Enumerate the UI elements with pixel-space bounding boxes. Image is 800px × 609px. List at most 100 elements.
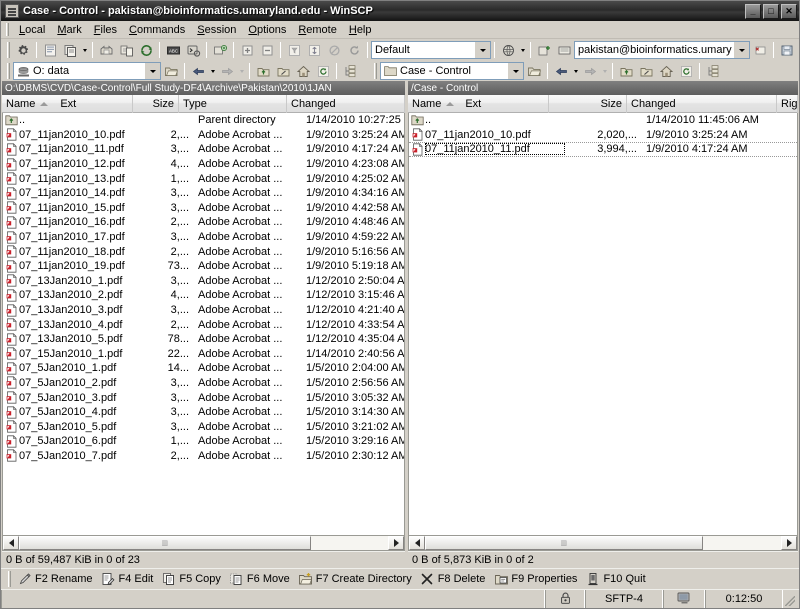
fbar-grip[interactable] (8, 571, 11, 587)
active-session-arrow-icon[interactable] (734, 42, 749, 58)
remote-col-size[interactable]: Size (549, 94, 627, 113)
filter-icon[interactable] (284, 41, 304, 60)
local-col-changed[interactable]: Changed (287, 94, 405, 113)
table-row[interactable]: 07_13Jan2010_5.pdf 78... Adobe Acrobat ...… (3, 332, 404, 347)
table-row[interactable]: 07_11jan2010_19.pdf 73... Adobe Acrobat ..… (3, 259, 404, 274)
table-row[interactable]: 07_11jan2010_18.pdf 2,... Adobe Acrobat ..… (3, 244, 404, 259)
local-drive-combo[interactable]: O: data (13, 62, 161, 80)
local-home-directory-icon[interactable] (293, 62, 313, 81)
save-session-icon[interactable] (777, 41, 797, 60)
local-nav-grip[interactable] (7, 63, 10, 79)
remote-col-changed[interactable]: Changed (627, 94, 777, 113)
table-row[interactable]: 07_5Jan2010_7.pdf 2,... Adobe Acrobat ... 1… (3, 449, 404, 464)
remote-col-name[interactable]: Name Ext (408, 94, 549, 113)
table-row[interactable]: 07_11jan2010_11.pdf 3,994,... 1/9/2010 4:1… (409, 142, 797, 157)
synchronize-icon[interactable] (116, 41, 136, 60)
local-open-directory-icon[interactable] (161, 62, 181, 81)
table-row[interactable]: 07_11jan2010_12.pdf 4,... Adobe Acrobat ..… (3, 157, 404, 172)
session-dropdown-arrow-icon[interactable] (80, 41, 89, 60)
synchronize-browsing-icon[interactable] (96, 41, 116, 60)
menu-files[interactable]: Files (88, 23, 123, 37)
local-refresh-icon[interactable] (313, 62, 333, 81)
remote-home-directory-icon[interactable] (656, 62, 676, 81)
maximize-button[interactable]: □ (763, 3, 779, 19)
remote-refresh-icon[interactable] (676, 62, 696, 81)
menu-help[interactable]: Help (343, 23, 378, 37)
table-row[interactable]: 07_11jan2010_17.pdf 3,... Adobe Acrobat ..… (3, 230, 404, 245)
status-transfer-pane[interactable] (663, 590, 705, 608)
local-col-name[interactable]: Name Ext (2, 94, 133, 113)
menu-mark[interactable]: Mark (51, 23, 87, 37)
active-session-combo[interactable]: pakistan@bioinformatics.umary (574, 41, 750, 59)
new-session-tab-icon[interactable] (534, 41, 554, 60)
local-scroll-left-button[interactable] (3, 536, 19, 550)
table-row[interactable]: 07_15Jan2010_1.pdf 22... Adobe Acrobat ...… (3, 347, 404, 362)
transfer-settings-icon[interactable] (498, 41, 518, 60)
table-row[interactable]: 07_13Jan2010_1.pdf 3,... Adobe Acrobat ...… (3, 274, 404, 289)
remote-file-list[interactable]: .. 1/14/2010 11:45:06 AM 07_11jan2010_10.p… (408, 113, 798, 535)
remote-scroll-thumb[interactable]: ▥ (425, 536, 703, 550)
local-root-directory-icon[interactable] (273, 62, 293, 81)
unselect-files-icon[interactable] (257, 41, 277, 60)
local-back-icon[interactable] (188, 62, 208, 81)
minimize-button[interactable]: _ (745, 3, 761, 19)
menu-grip[interactable] (6, 23, 9, 36)
f2-rename-button[interactable]: F2 Rename (14, 570, 97, 589)
table-row[interactable]: 07_5Jan2010_3.pdf 3,... Adobe Acrobat ... 1… (3, 390, 404, 405)
table-row[interactable]: 07_13Jan2010_3.pdf 3,... Adobe Acrobat ...… (3, 303, 404, 318)
local-file-list[interactable]: .. Parent directory 1/14/2010 10:27:25 07_1… (2, 113, 405, 535)
f7-create-directory-button[interactable]: F7 Create Directory (295, 570, 417, 589)
local-back-arrow-icon[interactable] (208, 62, 217, 81)
f10-quit-button[interactable]: F10 Quit (582, 570, 650, 589)
fit-columns-icon[interactable] (304, 41, 324, 60)
f9-properties-button[interactable]: F9 Properties (490, 570, 582, 589)
table-row[interactable]: 07_11jan2010_10.pdf 2,020,... 1/9/2010 3:2… (409, 128, 797, 143)
session-preset-arrow-icon[interactable] (475, 42, 490, 58)
close-button[interactable]: ✕ (781, 3, 797, 19)
remote-scroll-right-button[interactable] (781, 536, 797, 550)
local-scroll-thumb[interactable]: ▥ (19, 536, 311, 550)
preferences-gear-icon[interactable] (13, 41, 33, 60)
remote-parent-directory-icon[interactable] (616, 62, 636, 81)
table-row[interactable]: .. Parent directory 1/14/2010 10:27:25 (3, 113, 404, 128)
local-forward-arrow-icon[interactable] (237, 62, 246, 81)
clear-filter-icon[interactable] (324, 41, 344, 60)
menu-options[interactable]: Options (242, 23, 292, 37)
f5-copy-button[interactable]: F5 Copy (158, 570, 226, 589)
menu-remote[interactable]: Remote (292, 23, 343, 37)
f6-move-button[interactable]: F6 Move (226, 570, 295, 589)
remote-directory-combo[interactable]: Case - Control (380, 62, 524, 80)
local-forward-icon[interactable] (217, 62, 237, 81)
table-row[interactable]: 07_11jan2010_13.pdf 1,... Adobe Acrobat ..… (3, 171, 404, 186)
remote-hscrollbar[interactable]: ▥ (408, 535, 798, 551)
select-files-icon[interactable] (237, 41, 257, 60)
copy-session-icon[interactable] (60, 41, 80, 60)
local-drive-arrow-icon[interactable] (145, 63, 160, 79)
remote-root-directory-icon[interactable] (636, 62, 656, 81)
session-list-icon[interactable] (554, 41, 574, 60)
remote-back-icon[interactable] (551, 62, 571, 81)
session-preset-combo[interactable]: Default (371, 41, 491, 59)
f8-delete-button[interactable]: F8 Delete (417, 570, 491, 589)
table-row[interactable]: 07_11jan2010_14.pdf 3,... Adobe Acrobat ..… (3, 186, 404, 201)
remote-scroll-track[interactable]: ▥ (425, 536, 781, 550)
menu-session[interactable]: Session (191, 23, 242, 37)
table-row[interactable]: 07_5Jan2010_2.pdf 3,... Adobe Acrobat ... 1… (3, 376, 404, 391)
close-session-icon[interactable] (750, 41, 770, 60)
menu-local[interactable]: Local (13, 23, 51, 37)
refresh-icon[interactable] (136, 41, 156, 60)
remote-forward-arrow-icon[interactable] (600, 62, 609, 81)
status-protocol-pane[interactable]: SFTP-4 (585, 590, 663, 608)
local-parent-directory-icon[interactable] (253, 62, 273, 81)
remote-open-directory-icon[interactable] (524, 62, 544, 81)
remote-scroll-left-button[interactable] (409, 536, 425, 550)
menu-commands[interactable]: Commands (123, 23, 191, 37)
table-row[interactable]: 07_5Jan2010_5.pdf 3,... Adobe Acrobat ... 1… (3, 419, 404, 434)
table-row[interactable]: 07_11jan2010_16.pdf 2,... Adobe Acrobat ..… (3, 215, 404, 230)
toolbar-grip[interactable] (7, 42, 10, 58)
remote-tree-toggle-icon[interactable] (703, 62, 723, 81)
table-row[interactable]: 07_13Jan2010_2.pdf 4,... Adobe Acrobat ...… (3, 288, 404, 303)
table-row[interactable]: 07_5Jan2010_1.pdf 14... Adobe Acrobat ... 1… (3, 361, 404, 376)
table-row[interactable]: 07_11jan2010_15.pdf 3,... Adobe Acrobat ..… (3, 201, 404, 216)
local-scroll-right-button[interactable] (388, 536, 404, 550)
